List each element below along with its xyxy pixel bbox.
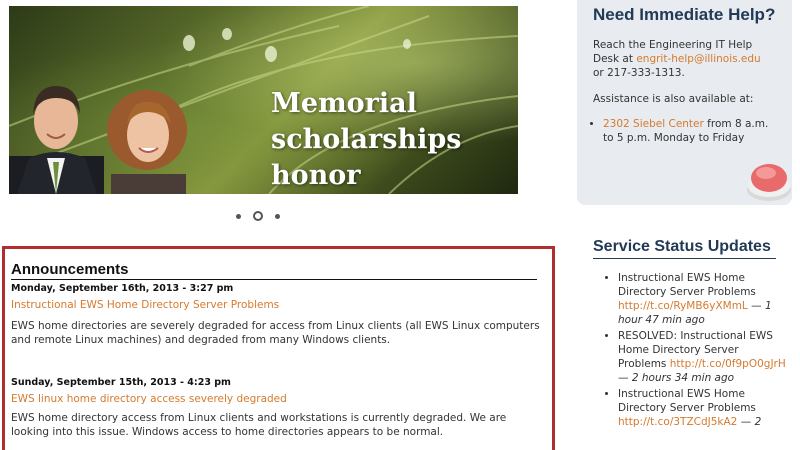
announcement-link[interactable]: EWS linux home directory access severely… — [11, 393, 287, 405]
help-location-item: 2302 Siebel Center from 8 a.m. to 5 p.m.… — [603, 117, 773, 145]
carousel-dot-1[interactable] — [236, 213, 241, 219]
announcements-panel: Announcements Monday, September 16th, 20… — [2, 246, 555, 450]
service-status-list: Instructional EWS Home Directory Server … — [606, 271, 786, 431]
help-intro: Reach the Engineering IT Help Desk at en… — [593, 38, 773, 80]
help-email-link[interactable]: engrit-help@illinois.edu — [636, 53, 760, 65]
hero-headline: Memorial scholarships honor employees — [271, 86, 516, 194]
status-item-text: Instructional EWS Home Directory Server … — [618, 388, 756, 414]
man-photo — [9, 86, 104, 194]
help-also-text: Assistance is also available at: — [593, 93, 754, 105]
status-item-text: Instructional EWS Home Directory Server … — [618, 272, 756, 298]
carousel-dot-3[interactable] — [275, 213, 280, 219]
status-item: RESOLVED: Instructional EWS Home Directo… — [618, 329, 786, 385]
announcement-date: Sunday, September 15th, 2013 - 4:23 pm — [11, 377, 231, 388]
hero-banner[interactable]: Memorial scholarships honor employees — [9, 6, 518, 194]
status-item-link[interactable]: http://t.co/RyMB6yXMmL — [618, 300, 748, 312]
help-button-icon[interactable] — [745, 156, 793, 204]
announcement-date: Monday, September 16th, 2013 - 3:27 pm — [11, 283, 234, 294]
woman-photo — [107, 90, 187, 194]
announcement-link[interactable]: Instructional EWS Home Directory Server … — [11, 299, 279, 311]
headline-line-1: Memorial — [271, 88, 417, 119]
status-item: Instructional EWS Home Directory Server … — [618, 271, 786, 327]
announcements-title: Announcements — [11, 261, 537, 280]
help-intro-suffix: or 217-333-1313. — [593, 67, 685, 79]
status-item-link[interactable]: http://t.co/3TZCdJ5kA2 — [618, 416, 737, 428]
carousel-dot-2-active[interactable] — [253, 211, 263, 221]
announcement-body: EWS home directories are severely degrad… — [11, 320, 540, 346]
status-item-link[interactable]: http://t.co/0f9pO0gJrH — [670, 358, 786, 370]
status-item: Instructional EWS Home Directory Server … — [618, 387, 786, 429]
headline-line-2: scholarships — [271, 124, 462, 155]
announcement-body: EWS home directory access from Linux cli… — [11, 412, 507, 438]
location-link[interactable]: 2302 Siebel Center — [603, 118, 704, 130]
headline-line-3: honor employees — [271, 160, 361, 191]
status-item-time: 2 — [754, 416, 762, 428]
help-title: Need Immediate Help? — [593, 5, 776, 24]
service-status-title: Service Status Updates — [593, 238, 776, 259]
status-item-time: 2 hours 34 min ago — [631, 372, 735, 384]
carousel-pagination — [236, 211, 280, 221]
help-locations-list: 2302 Siebel Center from 8 a.m. to 5 p.m.… — [603, 117, 773, 145]
